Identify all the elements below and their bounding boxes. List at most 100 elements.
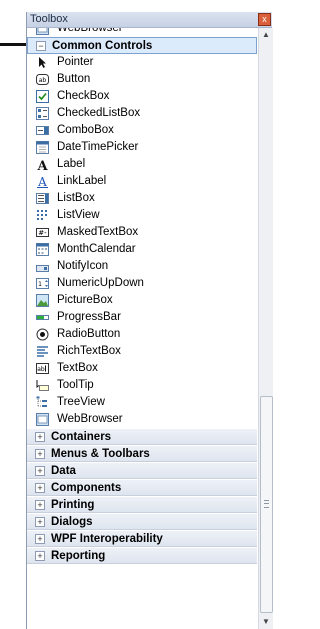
toolbox-item-treeview[interactable]: TreeView: [27, 394, 257, 411]
svg-text:1: 1: [38, 281, 42, 288]
expand-icon[interactable]: +: [35, 432, 45, 442]
expand-icon[interactable]: +: [35, 483, 45, 493]
toolbox-item-label: Label: [57, 158, 86, 170]
notifyicon-icon: [36, 260, 49, 273]
toolbox-item-notifyicon[interactable]: NotifyIcon: [27, 258, 257, 275]
treeview-icon: [36, 396, 49, 409]
expand-icon[interactable]: +: [35, 534, 45, 544]
pointer-icon: [36, 56, 49, 69]
category-components[interactable]: + Components: [27, 479, 257, 496]
toolbox-item-label: ToolTip: [57, 379, 94, 391]
toolbox-item-checkbox[interactable]: CheckBox: [27, 88, 257, 105]
category-label: Reporting: [51, 550, 106, 562]
scroll-up-icon[interactable]: ▲: [259, 28, 273, 42]
toolbox-item-label: NotifyIcon: [57, 260, 109, 272]
category-wpf-interoperability[interactable]: + WPF Interoperability: [27, 530, 257, 547]
toolbox-item-label: CheckedListBox: [57, 107, 141, 119]
close-button[interactable]: x: [258, 13, 271, 26]
category-menus-toolbars[interactable]: + Menus & Toolbars: [27, 445, 257, 462]
toolbox-item-label: Pointer: [57, 56, 94, 68]
toolbox-item-label: CheckBox: [57, 90, 110, 102]
category-printing[interactable]: + Printing: [27, 496, 257, 513]
category-data[interactable]: + Data: [27, 462, 257, 479]
toolbox-item-webbrowser-top[interactable]: WebBrowser: [27, 28, 257, 37]
listbox-icon: [36, 192, 49, 205]
svg-text:ab: ab: [39, 77, 47, 84]
toolbox-item-label: TextBox: [57, 362, 98, 374]
toolbox-item-maskedtextbox[interactable]: #- MaskedTextBox: [27, 224, 257, 241]
toolbox-item-monthcalendar[interactable]: MonthCalendar: [27, 241, 257, 258]
toolbox-item-radiobutton[interactable]: RadioButton: [27, 326, 257, 343]
toolbox-item-label: PictureBox: [57, 294, 113, 306]
toolbox-item-label: NumericUpDown: [57, 277, 144, 289]
category-label: Menus & Toolbars: [51, 448, 150, 460]
toolbox-item-label: ComboBox: [57, 124, 114, 136]
toolbox-item-label: LinkLabel: [57, 175, 107, 187]
numericupdown-icon: 1: [36, 277, 49, 290]
toolbox-list: WebBrowser − Common Controls Pointer ab …: [27, 28, 257, 629]
category-label: Containers: [51, 431, 112, 443]
richtextbox-icon: [36, 345, 49, 358]
toolbox-item-textbox[interactable]: ab TextBox: [27, 360, 257, 377]
category-containers[interactable]: + Containers: [27, 428, 257, 445]
progressbar-icon: [36, 311, 49, 324]
toolbox-title: Toolbox: [30, 13, 68, 25]
toolbox-item-listbox[interactable]: ListBox: [27, 190, 257, 207]
category-label: Components: [51, 482, 122, 494]
svg-text:A: A: [36, 159, 48, 171]
toolbox-item-numericupdown[interactable]: 1 NumericUpDown: [27, 275, 257, 292]
toolbox-item-label: MonthCalendar: [57, 243, 136, 255]
listview-icon: [36, 209, 49, 222]
svg-text:#-: #-: [38, 229, 47, 237]
toolbox-item-label: WebBrowser: [57, 413, 123, 425]
toolbox-item-label: ListBox: [57, 192, 95, 204]
toolbox-item-checkedlistbox[interactable]: CheckedListBox: [27, 105, 257, 122]
category-label: Data: [51, 465, 76, 477]
toolbox-titlebar: Toolbox x: [27, 12, 272, 28]
expand-icon[interactable]: +: [35, 466, 45, 476]
checkedlistbox-icon: [36, 107, 49, 120]
category-common-controls[interactable]: − Common Controls: [27, 37, 257, 54]
scroll-thumb[interactable]: [260, 396, 273, 613]
collapse-icon[interactable]: −: [36, 41, 46, 51]
label-icon: A: [36, 158, 49, 171]
toolbox-item-progressbar[interactable]: ProgressBar: [27, 309, 257, 326]
expand-icon[interactable]: +: [35, 500, 45, 510]
linklabel-icon: A: [36, 175, 49, 188]
combobox-icon: [36, 124, 49, 137]
toolbox-item-label: DateTimePicker: [57, 141, 139, 153]
expand-icon[interactable]: +: [35, 517, 45, 527]
vertical-scrollbar[interactable]: ▲ ▼: [258, 28, 273, 629]
toolbox-panel: Toolbox x WebBrowser − Common Controls P…: [26, 12, 273, 629]
svg-text:ab: ab: [37, 366, 45, 373]
toolbox-item-richtextbox[interactable]: RichTextBox: [27, 343, 257, 360]
toolbox-item-label: RichTextBox: [57, 345, 121, 357]
toolbox-item-combobox[interactable]: ComboBox: [27, 122, 257, 139]
toolbox-item-label: WebBrowser: [57, 28, 123, 34]
toolbox-item-datetimepicker[interactable]: DateTimePicker: [27, 139, 257, 156]
category-label: WPF Interoperability: [51, 533, 163, 545]
category-label: Dialogs: [51, 516, 93, 528]
toolbox-item-picturebox[interactable]: PictureBox: [27, 292, 257, 309]
toolbox-item-linklabel[interactable]: A LinkLabel: [27, 173, 257, 190]
category-reporting[interactable]: + Reporting: [27, 547, 257, 564]
toolbox-item-tooltip[interactable]: ToolTip: [27, 377, 257, 394]
toolbox-item-listview[interactable]: ListView: [27, 207, 257, 224]
toolbox-item-label-control[interactable]: A Label: [27, 156, 257, 173]
svg-text:A: A: [37, 175, 47, 188]
toolbox-item-pointer[interactable]: Pointer: [27, 54, 257, 71]
tooltip-icon: [36, 379, 49, 392]
monthcalendar-icon: [36, 243, 49, 256]
maskedtextbox-icon: #-: [36, 226, 49, 239]
category-dialogs[interactable]: + Dialogs: [27, 513, 257, 530]
toolbox-item-webbrowser[interactable]: WebBrowser: [27, 411, 257, 428]
expand-icon[interactable]: +: [35, 551, 45, 561]
expand-icon[interactable]: +: [35, 449, 45, 459]
webbrowser-icon: [36, 413, 49, 426]
toolbox-item-button[interactable]: ab Button: [27, 71, 257, 88]
picturebox-icon: [36, 294, 49, 307]
category-label: Printing: [51, 499, 95, 511]
grip-icon: [264, 500, 269, 508]
category-label: Common Controls: [52, 40, 153, 52]
scroll-down-icon[interactable]: ▼: [259, 615, 273, 629]
